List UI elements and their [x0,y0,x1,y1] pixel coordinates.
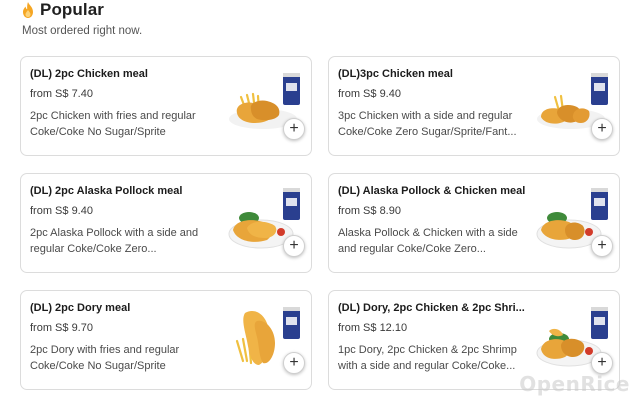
add-to-cart-button[interactable]: + [591,118,613,140]
menu-item-price: from S$ 7.40 [30,88,93,100]
menu-item-card[interactable]: (DL) 2pc Alaska Pollock meal from S$ 9.4… [20,173,312,273]
menu-item-name: (DL)3pc Chicken meal [338,68,453,80]
add-to-cart-button[interactable]: + [283,118,305,140]
section-header: Popular [22,0,104,20]
add-to-cart-button[interactable]: + [591,352,613,374]
menu-item-name: (DL) 2pc Chicken meal [30,68,148,80]
menu-item-description: Alaska Pollock & Chicken with a side and… [338,227,518,255]
menu-item-description: 3pc Chicken with a side and regular Coke… [338,110,517,138]
add-to-cart-button[interactable]: + [283,235,305,257]
menu-item-price: from S$ 9.40 [338,88,401,100]
menu-item-card[interactable]: (DL) 2pc Chicken meal from S$ 7.40 2pc C… [20,56,312,156]
add-to-cart-button[interactable]: + [591,235,613,257]
flame-icon [23,2,33,18]
watermark-logo: OpenRice [519,372,630,396]
menu-item-description: 1pc Dory, 2pc Chicken & 2pc Shrimp with … [338,344,517,372]
menu-item-name: (DL) 2pc Alaska Pollock meal [30,185,183,197]
menu-item-price: from S$ 9.40 [30,205,93,217]
add-to-cart-button[interactable]: + [283,352,305,374]
menu-item-card[interactable]: (DL)3pc Chicken meal from S$ 9.40 3pc Ch… [328,56,620,156]
menu-item-price: from S$ 9.70 [30,322,93,334]
menu-item-price: from S$ 12.10 [338,322,408,334]
section-subtitle: Most ordered right now. [22,25,143,37]
menu-item-price: from S$ 8.90 [338,205,401,217]
menu-item-name: (DL) Alaska Pollock & Chicken meal [338,185,526,197]
menu-item-description: 2pc Dory with fries and regular Coke/Cok… [30,344,180,372]
menu-item-card[interactable]: (DL) Alaska Pollock & Chicken meal from … [328,173,620,273]
section-title: Popular [40,0,104,19]
menu-item-description: 2pc Alaska Pollock with a side and regul… [30,227,199,255]
menu-item-card[interactable]: (DL) 2pc Dory meal from S$ 9.70 2pc Dory… [20,290,312,390]
menu-item-description: 2pc Chicken with fries and regular Coke/… [30,110,196,138]
menu-item-name: (DL) 2pc Dory meal [30,302,131,314]
menu-item-name: (DL) Dory, 2pc Chicken & 2pc Shri... [338,302,525,314]
